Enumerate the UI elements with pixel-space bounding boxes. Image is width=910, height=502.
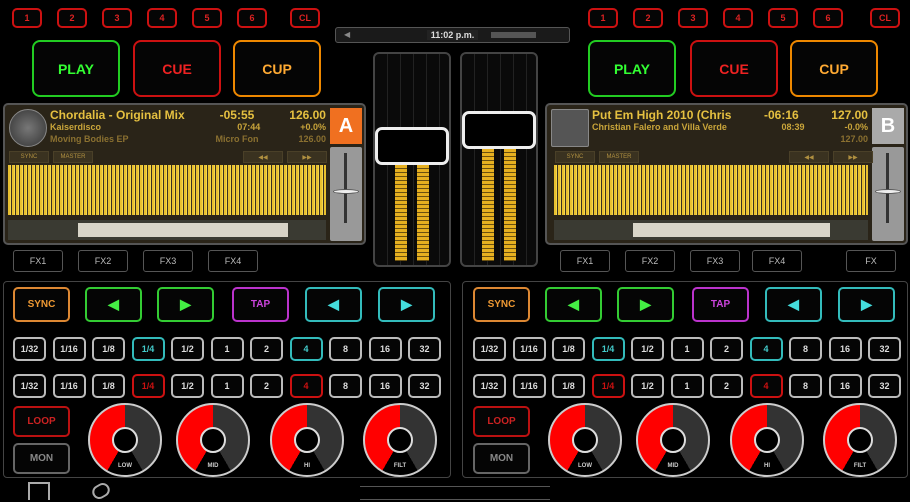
deck-letter[interactable]: A <box>330 108 362 144</box>
fx-button-left[interactable]: FX3 <box>143 250 193 272</box>
level-meter <box>417 164 429 261</box>
right-control-panel <box>462 281 908 478</box>
cup-button[interactable]: CUP <box>790 40 878 97</box>
base-bpm: 126.00 <box>298 134 326 144</box>
fx-button-right[interactable]: FX2 <box>625 250 675 272</box>
hotcue-button-5[interactable]: 5 <box>768 8 798 28</box>
pitch-bend-up[interactable]: ▶▶ <box>287 151 327 163</box>
track-title: Put Em High 2010 (Chris <box>592 108 732 122</box>
cup-button[interactable]: CUP <box>233 40 321 97</box>
hotcue-button-6[interactable]: 6 <box>237 8 267 28</box>
cue-button[interactable]: CUE <box>690 40 778 97</box>
elapsed-time: 08:39 <box>781 122 805 132</box>
clear-button[interactable]: CL <box>870 8 900 28</box>
hotcue-button-6[interactable]: 6 <box>813 8 843 28</box>
cue-button[interactable]: CUE <box>133 40 221 97</box>
level-meter <box>482 149 494 261</box>
sync-button[interactable]: SYNC <box>9 151 49 163</box>
pitch-slider[interactable] <box>330 147 362 241</box>
pitch-bend-down[interactable]: ◀◀ <box>243 151 283 163</box>
fx-button-right[interactable]: FX3 <box>690 250 740 272</box>
pitch-percent: -0.0% <box>844 122 868 132</box>
hotcue-button-3[interactable]: 3 <box>678 8 708 28</box>
artist: Christian Falero and Villa Verde <box>592 122 727 132</box>
channel-b-strip <box>460 52 538 267</box>
hotcue-button-3[interactable]: 3 <box>102 8 132 28</box>
pitch-bend-up[interactable]: ▶▶ <box>833 151 873 163</box>
track-overview[interactable] <box>8 220 326 240</box>
crossfader[interactable] <box>360 486 550 500</box>
channel-b-fader[interactable] <box>462 111 536 150</box>
fx-button-right[interactable]: FX4 <box>752 250 802 272</box>
bpm: 127.00 <box>831 108 868 122</box>
deck-b: Put Em High 2010 (Chris -06:16 127.00 Chri… <box>545 103 908 245</box>
remaining-time: -05:55 <box>219 108 255 122</box>
hotcue-button-1[interactable]: 1 <box>588 8 618 28</box>
master-button[interactable]: MASTER <box>53 151 93 163</box>
play-button[interactable]: PLAY <box>588 40 676 97</box>
pitch-slider[interactable] <box>872 147 904 241</box>
bpm: 126.00 <box>289 108 326 122</box>
fx-button-left[interactable]: FX2 <box>78 250 128 272</box>
status-bar: ◀ 11:02 p.m. <box>335 27 570 43</box>
play-button[interactable]: PLAY <box>32 40 120 97</box>
deck-a: Chordalia - Original Mix -05:55 126.00 Kai… <box>3 103 366 245</box>
album-art <box>551 109 589 147</box>
master-button[interactable]: MASTER <box>599 151 639 163</box>
mouse-icon[interactable] <box>89 480 113 502</box>
left-control-panel <box>3 281 451 478</box>
hotcue-button-5[interactable]: 5 <box>192 8 222 28</box>
level-meter <box>395 164 407 261</box>
hotcue-button-4[interactable]: 4 <box>147 8 177 28</box>
hotcue-button-2[interactable]: 2 <box>633 8 663 28</box>
album-art <box>9 109 47 147</box>
windows-icon[interactable] <box>28 482 50 500</box>
track-title: Chordalia - Original Mix <box>50 108 185 122</box>
pitch-percent: +0.0% <box>300 122 326 132</box>
fx-button-right[interactable]: FX <box>846 250 896 272</box>
elapsed-time: 07:44 <box>237 122 261 132</box>
track-overview[interactable] <box>554 220 868 240</box>
remaining-time: -06:16 <box>763 108 799 122</box>
main-level-bar <box>491 32 536 38</box>
channel-a-fader[interactable] <box>375 126 449 165</box>
level-meter <box>504 149 516 261</box>
channel-a-strip <box>373 52 451 267</box>
waveform[interactable] <box>8 165 326 215</box>
speaker-icon: ◀ <box>344 30 351 39</box>
album: Moving Bodies EP <box>50 134 129 144</box>
artist: Kaiserdisco <box>50 122 102 132</box>
hotcue-button-4[interactable]: 4 <box>723 8 753 28</box>
hotcue-button-2[interactable]: 2 <box>57 8 87 28</box>
hotcue-button-1[interactable]: 1 <box>12 8 42 28</box>
fx-button-right[interactable]: FX1 <box>560 250 610 272</box>
pitch-bend-down[interactable]: ◀◀ <box>789 151 829 163</box>
fx-button-left[interactable]: FX1 <box>13 250 63 272</box>
deck-letter[interactable]: B <box>872 108 904 144</box>
clock: 11:02 p.m. <box>426 30 479 40</box>
clear-button[interactable]: CL <box>290 8 320 28</box>
waveform[interactable] <box>554 165 868 215</box>
fx-button-left[interactable]: FX4 <box>208 250 258 272</box>
base-bpm: 127.00 <box>840 134 868 144</box>
record-label: Micro Fon <box>215 134 259 144</box>
sync-button[interactable]: SYNC <box>555 151 595 163</box>
